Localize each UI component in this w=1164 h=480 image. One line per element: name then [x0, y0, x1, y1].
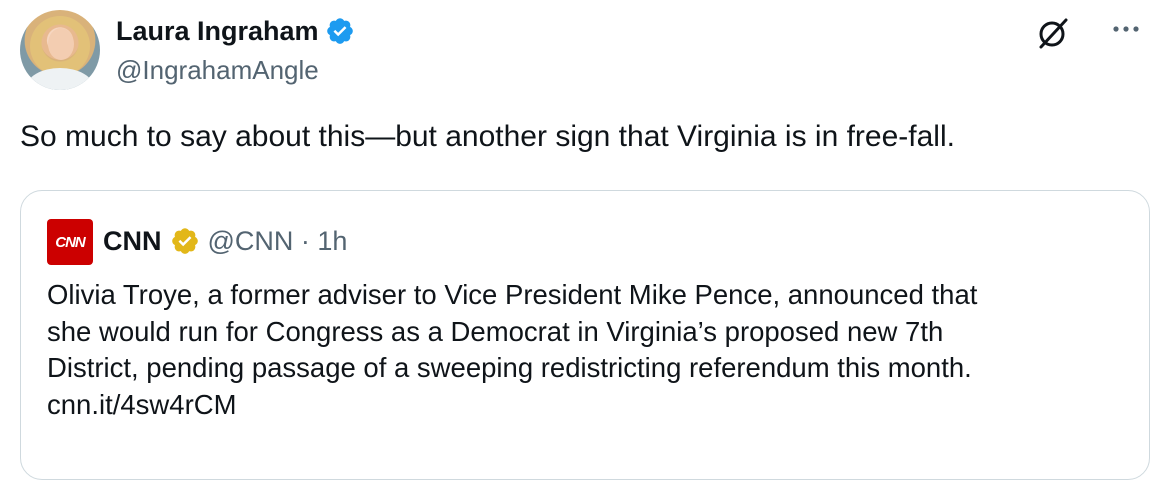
quote-line: District, pending passage of a sweeping …: [47, 352, 972, 383]
quote-line: she would run for Congress as a Democrat…: [47, 315, 944, 347]
avatar-shoulders: [26, 68, 94, 90]
verified-badge-icon[interactable]: [325, 16, 355, 46]
quote-link[interactable]: cnn.it/4sw4rCM: [47, 387, 1137, 424]
author-name[interactable]: Laura Ingraham: [116, 16, 319, 47]
quote-line: Olivia Troye, a former adviser to Vice P…: [47, 279, 978, 310]
quote-handle-time[interactable]: @CNN · 1h: [208, 226, 348, 257]
author-avatar[interactable]: [20, 10, 100, 90]
cnn-logo[interactable]: CNN: [47, 219, 93, 265]
grok-icon[interactable]: [1036, 16, 1070, 50]
tweet-text: So much to say about this—but another si…: [20, 120, 955, 153]
gold-verified-badge-icon[interactable]: [170, 226, 200, 256]
avatar-face: [48, 28, 74, 60]
author-name-row: Laura Ingraham: [116, 14, 355, 48]
more-icon[interactable]: [1106, 14, 1146, 44]
quote-tweet-card[interactable]: CNN CNN @CNN · 1h Olivia Troye, a former…: [20, 190, 1150, 480]
author-handle[interactable]: @IngrahamAngle: [116, 55, 319, 86]
quote-body: Olivia Troye, a former adviser to Vice P…: [47, 277, 1137, 423]
quote-author-name[interactable]: CNN: [103, 226, 162, 257]
quote-header: CNN @CNN · 1h: [103, 223, 347, 259]
